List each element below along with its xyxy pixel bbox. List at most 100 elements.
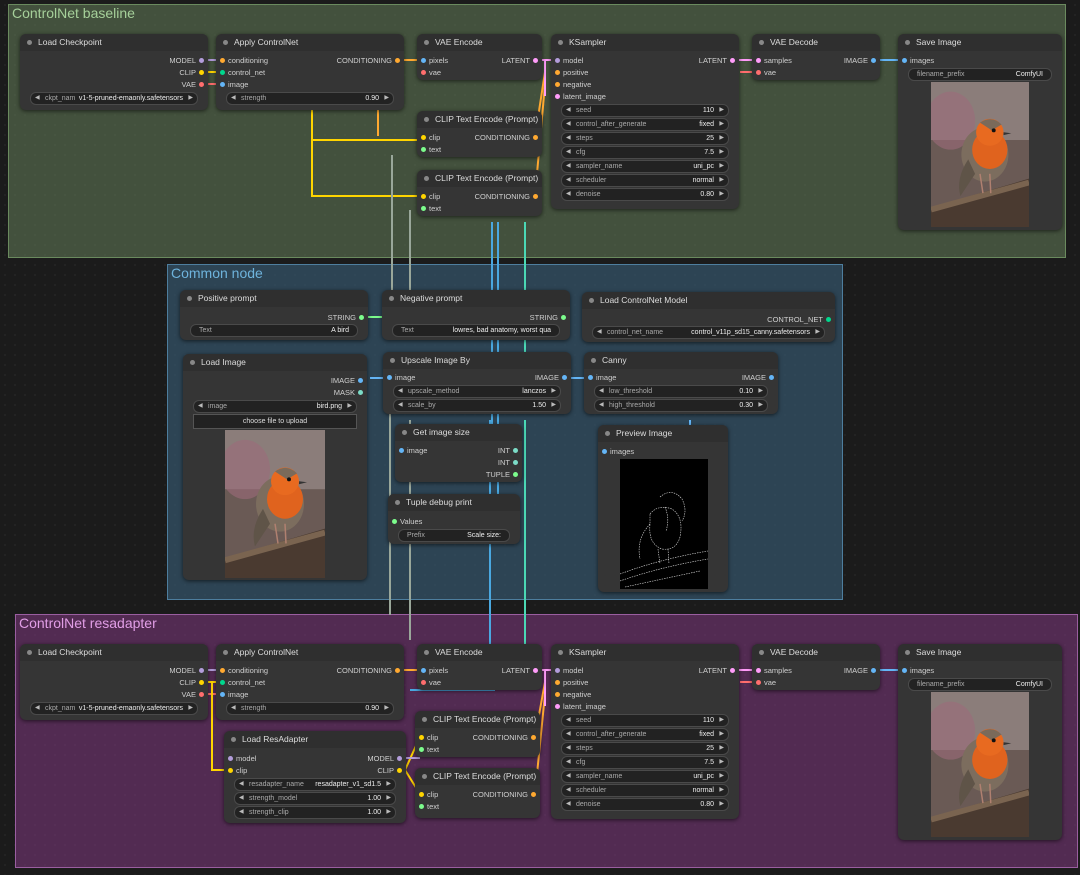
input-samples[interactable]: samples xyxy=(752,55,792,66)
cfg-widget[interactable]: ◀ cfg 7.5 ▶ xyxy=(561,756,729,769)
output-image-preview[interactable] xyxy=(931,82,1029,227)
control-after-generate-widget[interactable]: ◀ control_after_generate fixed ▶ xyxy=(561,728,729,741)
tuple-debug-print-node[interactable]: Tuple debug print Values Prefix Scale siz… xyxy=(388,494,520,544)
input-image[interactable]: image xyxy=(216,79,248,90)
output-conditioning[interactable]: CONDITIONING xyxy=(475,191,542,202)
output-conditioning[interactable]: CONDITIONING xyxy=(337,55,404,66)
input-model[interactable]: model xyxy=(224,753,256,764)
output-conditioning[interactable]: CONDITIONING xyxy=(475,132,542,143)
strength-slider[interactable]: ◀ strength 0.90 ▶ xyxy=(226,92,394,105)
output-mask[interactable]: MASK xyxy=(334,387,367,398)
ckpt-name-combo[interactable]: ◀ ckpt_nam v1-5-pruned-emaonly.safetensors… xyxy=(30,92,198,105)
scale-by-widget[interactable]: ◀ scale_by 1.50 ▶ xyxy=(393,399,561,412)
output-vae[interactable]: VAE xyxy=(182,689,208,700)
vae-encode-node[interactable]: VAE Encode pixels LATENT vae xyxy=(417,34,542,80)
strength-slider[interactable]: ◀ strength 0.90 ▶ xyxy=(226,702,394,715)
high-threshold-widget[interactable]: ◀ high_threshold 0.30 ▶ xyxy=(594,399,768,412)
load-checkpoint-node[interactable]: Load Checkpoint MODEL CLIP VAE ◀ ckpt_nam… xyxy=(20,644,208,720)
canny-preview-image[interactable] xyxy=(620,459,708,589)
output-conditioning[interactable]: CONDITIONING xyxy=(473,732,540,743)
output-string[interactable]: STRING xyxy=(530,312,570,323)
input-clip[interactable]: clip xyxy=(417,132,440,143)
positive-prompt-node[interactable]: Positive prompt STRING Text A bird xyxy=(180,290,368,340)
ckpt-name-combo[interactable]: ◀ ckpt_nam v1-5-pruned-emaonly.safetensors… xyxy=(30,702,198,715)
strength-model-widget[interactable]: ◀ strength_model 1.00 ▶ xyxy=(234,792,396,805)
output-model[interactable]: MODEL xyxy=(169,665,208,676)
output-image-preview[interactable] xyxy=(931,692,1029,837)
output-image[interactable]: IMAGE xyxy=(844,55,880,66)
input-image[interactable]: image xyxy=(383,372,415,383)
input-clip[interactable]: clip xyxy=(415,732,438,743)
input-vae[interactable]: vae xyxy=(417,677,441,688)
input-positive[interactable]: positive xyxy=(551,677,588,688)
input-control-net[interactable]: control_net xyxy=(216,67,265,78)
output-image[interactable]: IMAGE xyxy=(742,372,778,383)
loaded-image-preview[interactable] xyxy=(225,430,325,578)
output-image[interactable]: IMAGE xyxy=(844,665,880,676)
vae-decode-node[interactable]: VAE Decode samples IMAGE vae xyxy=(752,34,880,80)
output-latent[interactable]: LATENT xyxy=(502,55,542,66)
image-combo[interactable]: ◀ image bird.png ▶ xyxy=(193,400,357,413)
input-clip[interactable]: clip xyxy=(415,789,438,800)
clip-text-encode-node[interactable]: CLIP Text Encode (Prompt) clip CONDITION… xyxy=(415,711,540,757)
save-image-node[interactable]: Save Image images filename_prefix ComfyUI xyxy=(898,34,1062,230)
vae-encode-node[interactable]: VAE Encode pixels LATENT vae xyxy=(417,644,542,690)
canny-node[interactable]: Canny image IMAGE ◀ low_threshold 0.10 ▶ ◀ h… xyxy=(584,352,778,414)
output-model[interactable]: MODEL xyxy=(367,753,406,764)
input-vae[interactable]: vae xyxy=(417,67,441,78)
strength-clip-widget[interactable]: ◀ strength_clip 1.00 ▶ xyxy=(234,806,396,819)
negative-prompt-node[interactable]: Negative prompt STRING Text lowres, bad a… xyxy=(382,290,570,340)
output-clip[interactable]: CLIP xyxy=(179,67,208,78)
input-model[interactable]: model xyxy=(551,665,583,676)
upscale-method-combo[interactable]: ◀ upscale_method lanczos ▶ xyxy=(393,385,561,398)
input-vae[interactable]: vae xyxy=(752,677,776,688)
output-control-net[interactable]: CONTROL_NET xyxy=(767,314,835,325)
input-clip[interactable]: clip xyxy=(224,765,247,776)
sampler-name-widget[interactable]: ◀ sampler_name uni_pc ▶ xyxy=(561,160,729,173)
output-int-1[interactable]: INT xyxy=(498,445,522,456)
input-negative[interactable]: negative xyxy=(551,689,591,700)
ksampler-node[interactable]: KSampler model LATENT positive negative … xyxy=(551,34,739,209)
input-pixels[interactable]: pixels xyxy=(417,665,448,676)
filename-prefix-field[interactable]: filename_prefix ComfyUI xyxy=(908,678,1052,691)
control-after-generate-widget[interactable]: ◀ control_after_generate fixed ▶ xyxy=(561,118,729,131)
input-clip[interactable]: clip xyxy=(417,191,440,202)
clip-text-encode-node[interactable]: CLIP Text Encode (Prompt) clip CONDITION… xyxy=(415,768,540,818)
seed-widget[interactable]: ◀ seed 110 ▶ xyxy=(561,104,729,117)
seed-widget[interactable]: ◀ seed 110 ▶ xyxy=(561,714,729,727)
control-net-name-combo[interactable]: ◀ control_net_name control_v11p_sd15_canny… xyxy=(592,326,825,339)
vae-decode-node[interactable]: VAE Decode samples IMAGE vae xyxy=(752,644,880,690)
input-latent-image[interactable]: latent_image xyxy=(551,91,606,102)
collapse-dot-icon[interactable] xyxy=(27,40,32,45)
output-string[interactable]: STRING xyxy=(328,312,368,323)
resadapter-name-combo[interactable]: ◀ resadapter_name resadapter_v1_sd1.5 ▶ xyxy=(234,778,396,791)
output-model[interactable]: MODEL xyxy=(169,55,208,66)
input-text[interactable]: text xyxy=(417,203,441,214)
get-image-size-node[interactable]: Get image size image INT INT TUPLE xyxy=(395,424,522,482)
input-latent-image[interactable]: latent_image xyxy=(551,701,606,712)
output-clip[interactable]: CLIP xyxy=(179,677,208,688)
input-images[interactable]: images xyxy=(898,55,934,66)
input-model[interactable]: model xyxy=(551,55,583,66)
steps-widget[interactable]: ◀ steps 25 ▶ xyxy=(561,132,729,145)
input-text[interactable]: text xyxy=(415,744,439,755)
denoise-widget[interactable]: ◀ denoise 0.80 ▶ xyxy=(561,798,729,811)
input-text[interactable]: text xyxy=(415,801,439,812)
sampler-name-widget[interactable]: ◀ sampler_name uni_pc ▶ xyxy=(561,770,729,783)
preview-image-node[interactable]: Preview Image images xyxy=(598,425,728,592)
scheduler-widget[interactable]: ◀ scheduler normal ▶ xyxy=(561,174,729,187)
output-latent[interactable]: LATENT xyxy=(699,665,739,676)
input-positive[interactable]: positive xyxy=(551,67,588,78)
output-latent[interactable]: LATENT xyxy=(502,665,542,676)
output-conditioning[interactable]: CONDITIONING xyxy=(337,665,404,676)
apply-controlnet-node[interactable]: Apply ControlNet conditioning CONDITIONI… xyxy=(216,644,404,720)
input-text[interactable]: text xyxy=(417,144,441,155)
output-clip[interactable]: CLIP xyxy=(377,765,406,776)
load-image-node[interactable]: Load Image IMAGE MASK ◀ image bird.png ▶ ch… xyxy=(183,354,367,580)
input-pixels[interactable]: pixels xyxy=(417,55,448,66)
filename-prefix-field[interactable]: filename_prefix ComfyUI xyxy=(908,68,1052,81)
prefix-field[interactable]: Prefix Scale size: xyxy=(398,529,510,542)
load-resadapter-node[interactable]: Load ResAdapter model MODEL clip CLIP ◀ r… xyxy=(224,731,406,823)
output-image[interactable]: IMAGE xyxy=(535,372,571,383)
input-negative[interactable]: negative xyxy=(551,79,591,90)
